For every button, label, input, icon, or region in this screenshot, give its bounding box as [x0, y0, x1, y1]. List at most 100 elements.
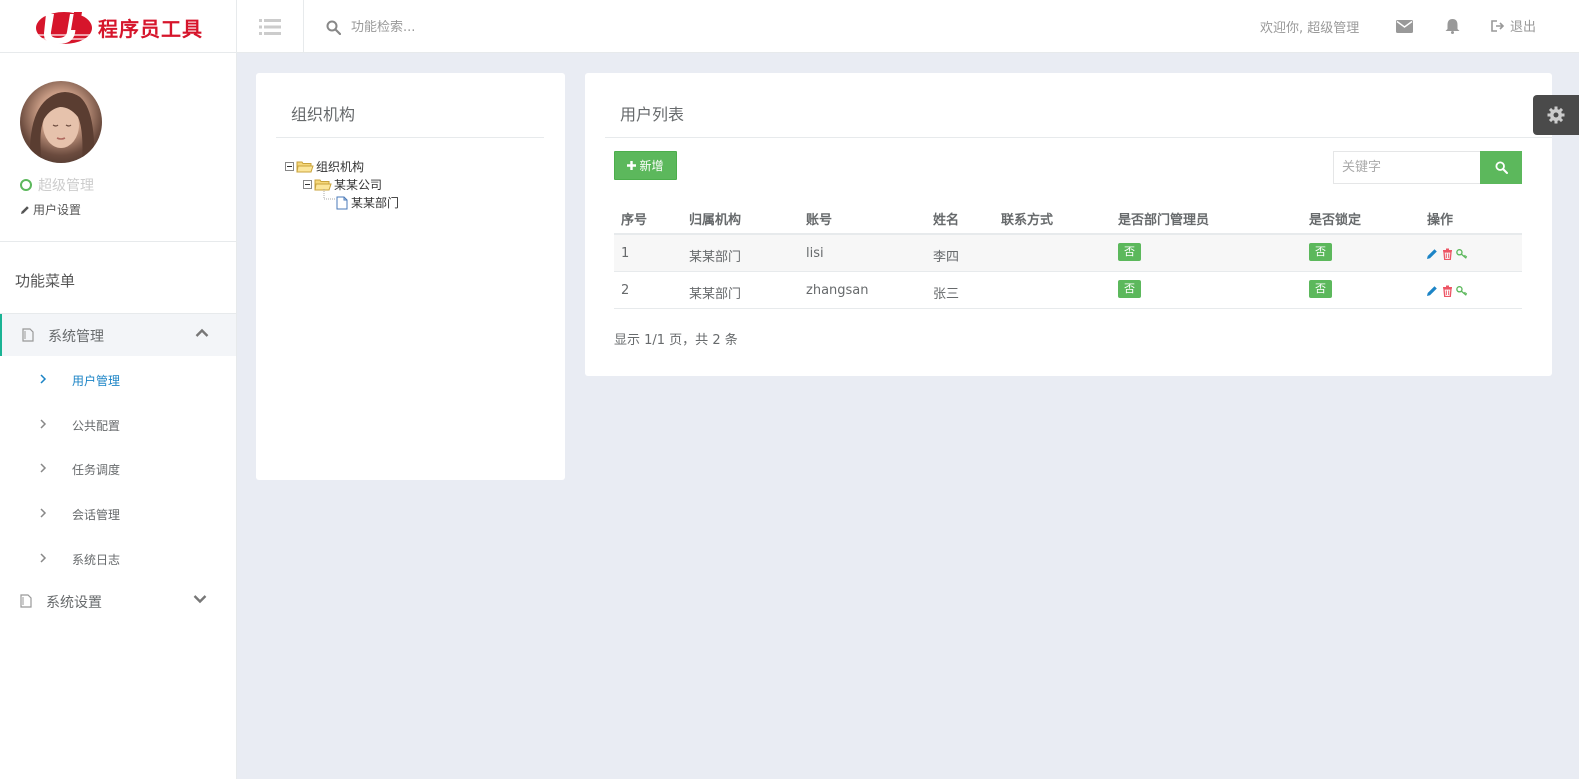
tree-node-root[interactable]: 组织机构: [285, 158, 364, 175]
avatar-image: [29, 92, 95, 163]
sidebar-item-label: 公共配置: [72, 419, 121, 433]
row-actions: [1426, 284, 1468, 297]
user-role: 超级管理: [20, 175, 94, 195]
mail-icon[interactable]: [1395, 17, 1413, 35]
folder-open-icon: [296, 161, 314, 172]
plus-icon: [627, 161, 637, 170]
column-header-no: 序号: [621, 213, 648, 228]
table-row: 2 某某部门 zhangsan 张三 否 否: [614, 272, 1522, 309]
minus-box-icon[interactable]: [285, 162, 294, 171]
column-header-locked: 是否锁定: [1309, 213, 1362, 228]
logout-button[interactable]: 退出: [1491, 16, 1536, 35]
user-list-title: 用户列表: [620, 105, 685, 124]
tree-node-company[interactable]: 某某公司: [303, 176, 382, 193]
chevron-right-icon: [40, 553, 47, 563]
tree-node-label: 某某部门: [351, 196, 400, 210]
cell-org: 某某部门: [689, 250, 742, 265]
divider: [0, 241, 236, 242]
tree-node-label: 某某公司: [334, 178, 383, 192]
chevron-right-icon: [40, 508, 47, 518]
edit-icon[interactable]: [1426, 284, 1438, 297]
chevron-down-icon: [193, 595, 207, 604]
row-actions: [1426, 247, 1468, 260]
sidebar-item-public-config[interactable]: 公共配置: [0, 410, 236, 440]
cell-name: 张三: [933, 287, 960, 302]
column-header-account: 账号: [806, 213, 833, 228]
status-badge: 否: [1118, 280, 1141, 298]
sidebar-item-label: 系统日志: [72, 553, 121, 567]
divider: [605, 137, 1552, 138]
brand-logo[interactable]: 程序员工具: [0, 0, 237, 53]
chevron-right-icon: [40, 463, 47, 473]
sidebar-item-system-log[interactable]: 系统日志: [0, 544, 236, 574]
add-button-label: 新增: [639, 159, 664, 173]
sidebar-item-session-management[interactable]: 会话管理: [0, 499, 236, 529]
divider: [276, 137, 544, 138]
key-icon[interactable]: [1456, 284, 1468, 297]
theme-settings-button[interactable]: [1533, 95, 1579, 135]
org-panel: 组织机构 组织机构 某某公司 某某部门: [256, 73, 565, 480]
list-icon: [259, 18, 281, 35]
sidebar-item-label: 用户管理: [72, 374, 121, 388]
user-settings-label: 用户设置: [33, 203, 82, 217]
trash-icon[interactable]: [1441, 284, 1453, 297]
column-header-is-admin: 是否部门管理员: [1118, 213, 1210, 228]
status-badge: 否: [1309, 280, 1332, 298]
edit-icon[interactable]: [1426, 247, 1438, 260]
user-settings-link[interactable]: 用户设置: [20, 201, 81, 218]
sidebar-toggle-button[interactable]: [237, 0, 304, 53]
column-header-org: 归属机构: [689, 213, 742, 228]
cell-account: zhangsan: [806, 283, 869, 298]
sign-out-icon: [1491, 19, 1505, 32]
file-icon: [336, 196, 348, 209]
trash-icon[interactable]: [1441, 247, 1453, 260]
tree-node-label: 组织机构: [316, 160, 365, 174]
add-user-button[interactable]: 新增: [614, 151, 677, 180]
key-icon[interactable]: [1456, 247, 1468, 260]
menu-group-label: 系统设置: [46, 595, 102, 611]
menu-group-system-management[interactable]: 系统管理: [0, 314, 236, 356]
bell-icon[interactable]: [1443, 17, 1461, 35]
brand-name: 程序员工具: [98, 17, 203, 41]
sidebar-item-user-management[interactable]: 用户管理: [0, 365, 236, 395]
keyword-search-input[interactable]: [1333, 151, 1481, 184]
top-navbar: 程序员工具 欢迎你, 超级管理 退出: [0, 0, 1579, 53]
menu-group-label: 系统管理: [48, 329, 104, 345]
org-panel-title: 组织机构: [291, 105, 356, 124]
gear-icon: [1547, 106, 1565, 124]
tree-connector: [323, 189, 335, 200]
chevron-up-icon: [195, 328, 209, 337]
file-icon: [20, 594, 32, 608]
online-status-icon: [20, 179, 32, 191]
cell-name: 李四: [933, 250, 960, 265]
tree-node-department[interactable]: 某某部门: [335, 194, 399, 211]
welcome-text: 欢迎你, 超级管理: [1260, 21, 1360, 36]
sidebar: 超级管理 用户设置 功能菜单 系统管理 用户管理 公共配置 任务调度 会话管理 …: [0, 53, 237, 779]
sidebar-item-label: 会话管理: [72, 508, 121, 522]
cell-org: 某某部门: [689, 287, 742, 302]
logo-mark-icon: [36, 12, 92, 44]
role-name: 超级管理: [38, 178, 94, 194]
chevron-right-icon: [40, 419, 47, 429]
menu-group-system-settings[interactable]: 系统设置: [0, 580, 236, 622]
cell-no: 1: [621, 246, 630, 261]
sidebar-item-task-scheduling[interactable]: 任务调度: [0, 454, 236, 484]
chevron-right-icon: [40, 374, 47, 384]
status-badge: 否: [1309, 243, 1332, 261]
search-button[interactable]: [1480, 151, 1522, 184]
logout-label: 退出: [1510, 20, 1537, 35]
column-header-contact: 联系方式: [1001, 213, 1054, 228]
cell-no: 2: [621, 283, 630, 298]
sidebar-item-label: 任务调度: [72, 463, 121, 477]
status-badge: 否: [1118, 243, 1141, 261]
search-icon: [1494, 161, 1508, 174]
cell-account: lisi: [806, 246, 824, 261]
minus-box-icon[interactable]: [303, 180, 312, 189]
file-icon: [22, 328, 34, 342]
function-search: [326, 16, 611, 38]
pencil-icon: [21, 205, 29, 214]
user-list-panel: 用户列表 新增 序号 归属机构 账号 姓名 联系方式 是否部门管理员 是否锁定 …: [585, 73, 1552, 376]
function-search-input[interactable]: [351, 19, 611, 35]
table-row: 1 某某部门 lisi 李四 否 否: [614, 235, 1522, 272]
avatar[interactable]: [20, 81, 102, 163]
